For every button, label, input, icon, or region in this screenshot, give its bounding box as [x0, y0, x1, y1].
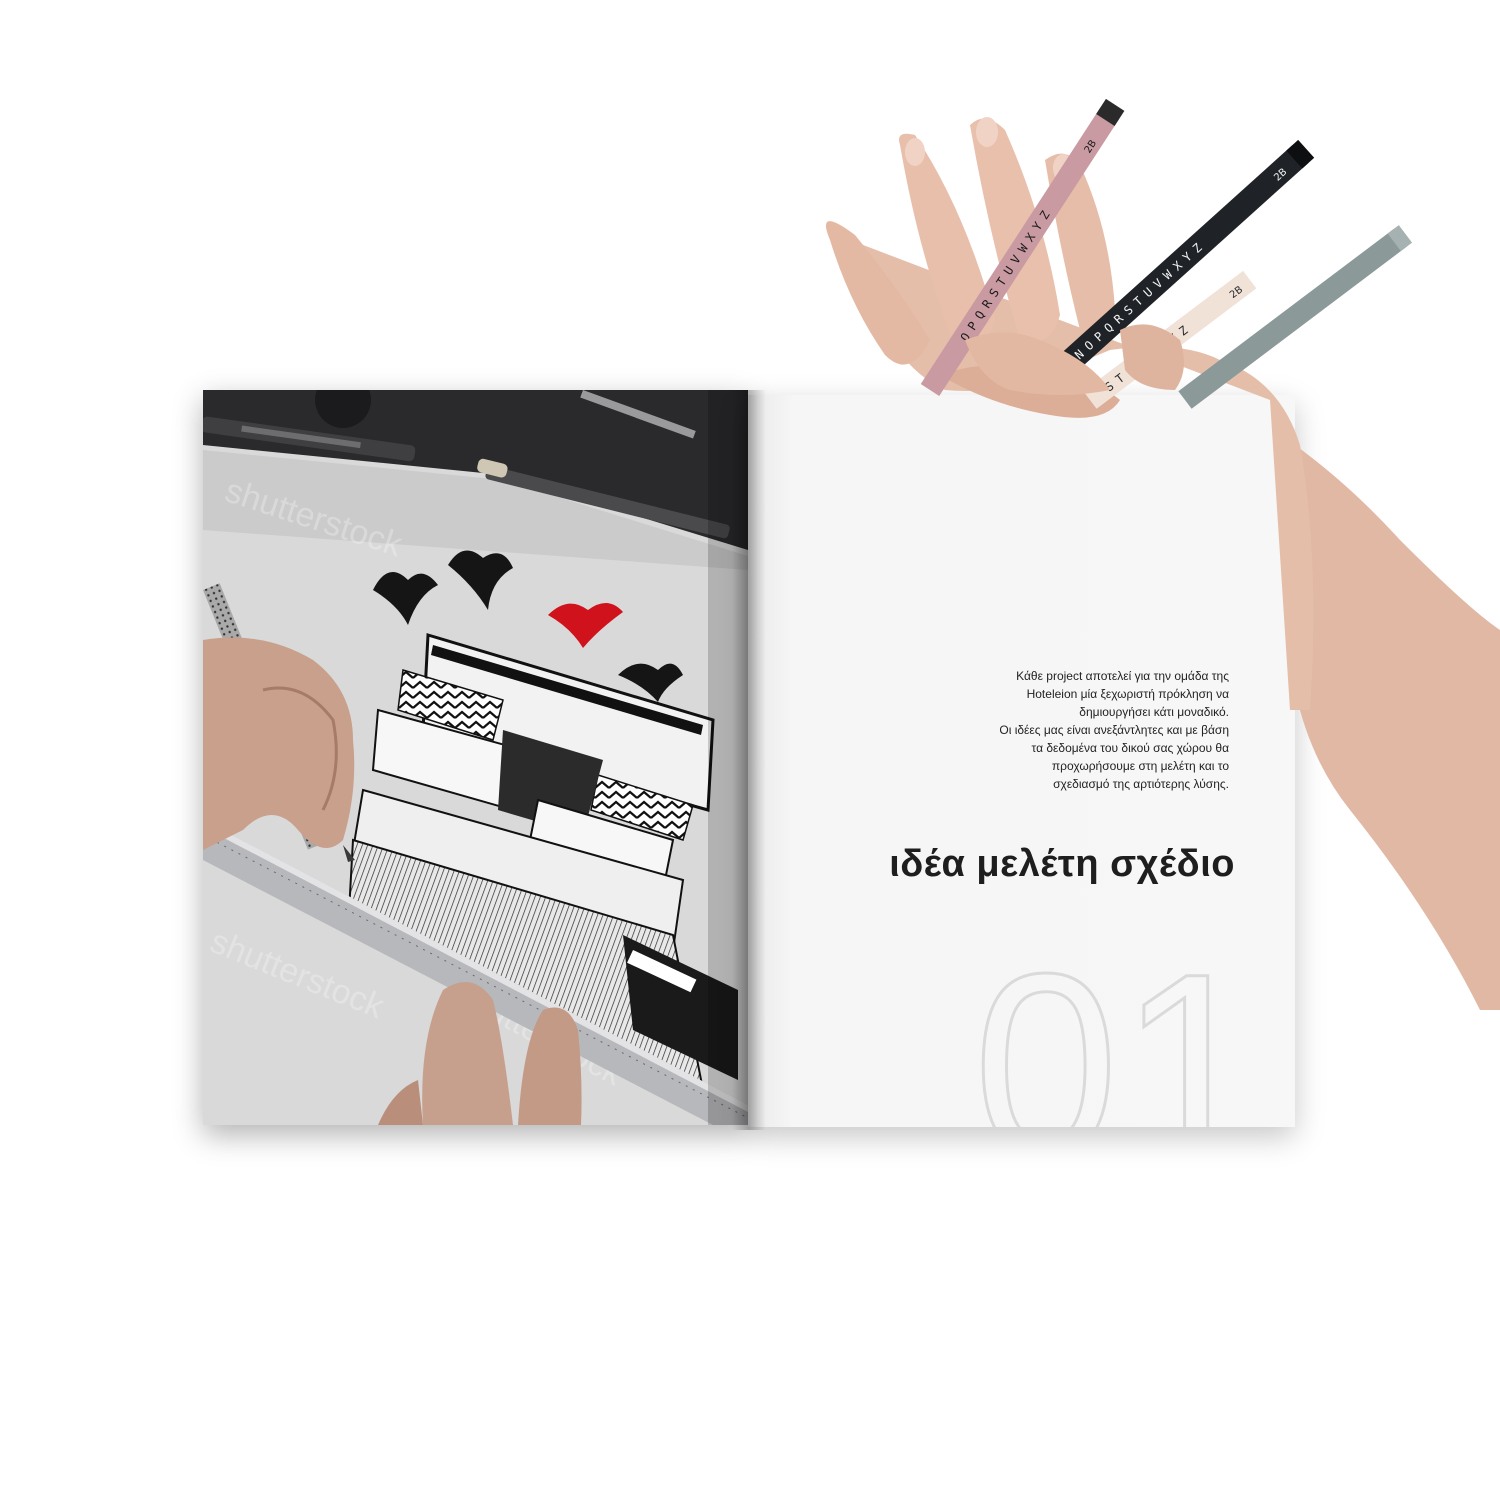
spine-shadow [732, 390, 766, 1130]
left-page-photo: shutterstock shutterstock shutterstock [203, 390, 748, 1125]
hand-illustration: OPQRSTUVWXYZ 2B MNOPQRSTUVWXYZ 2B STUVWX… [825, 98, 1500, 1010]
sketching-photo: shutterstock shutterstock shutterstock [203, 390, 748, 1125]
brochure-mockup-scene: shutterstock shutterstock shutterstock [0, 0, 1500, 1500]
hand-holding-pencils: OPQRSTUVWXYZ 2B MNOPQRSTUVWXYZ 2B STUVWX… [790, 90, 1500, 1010]
